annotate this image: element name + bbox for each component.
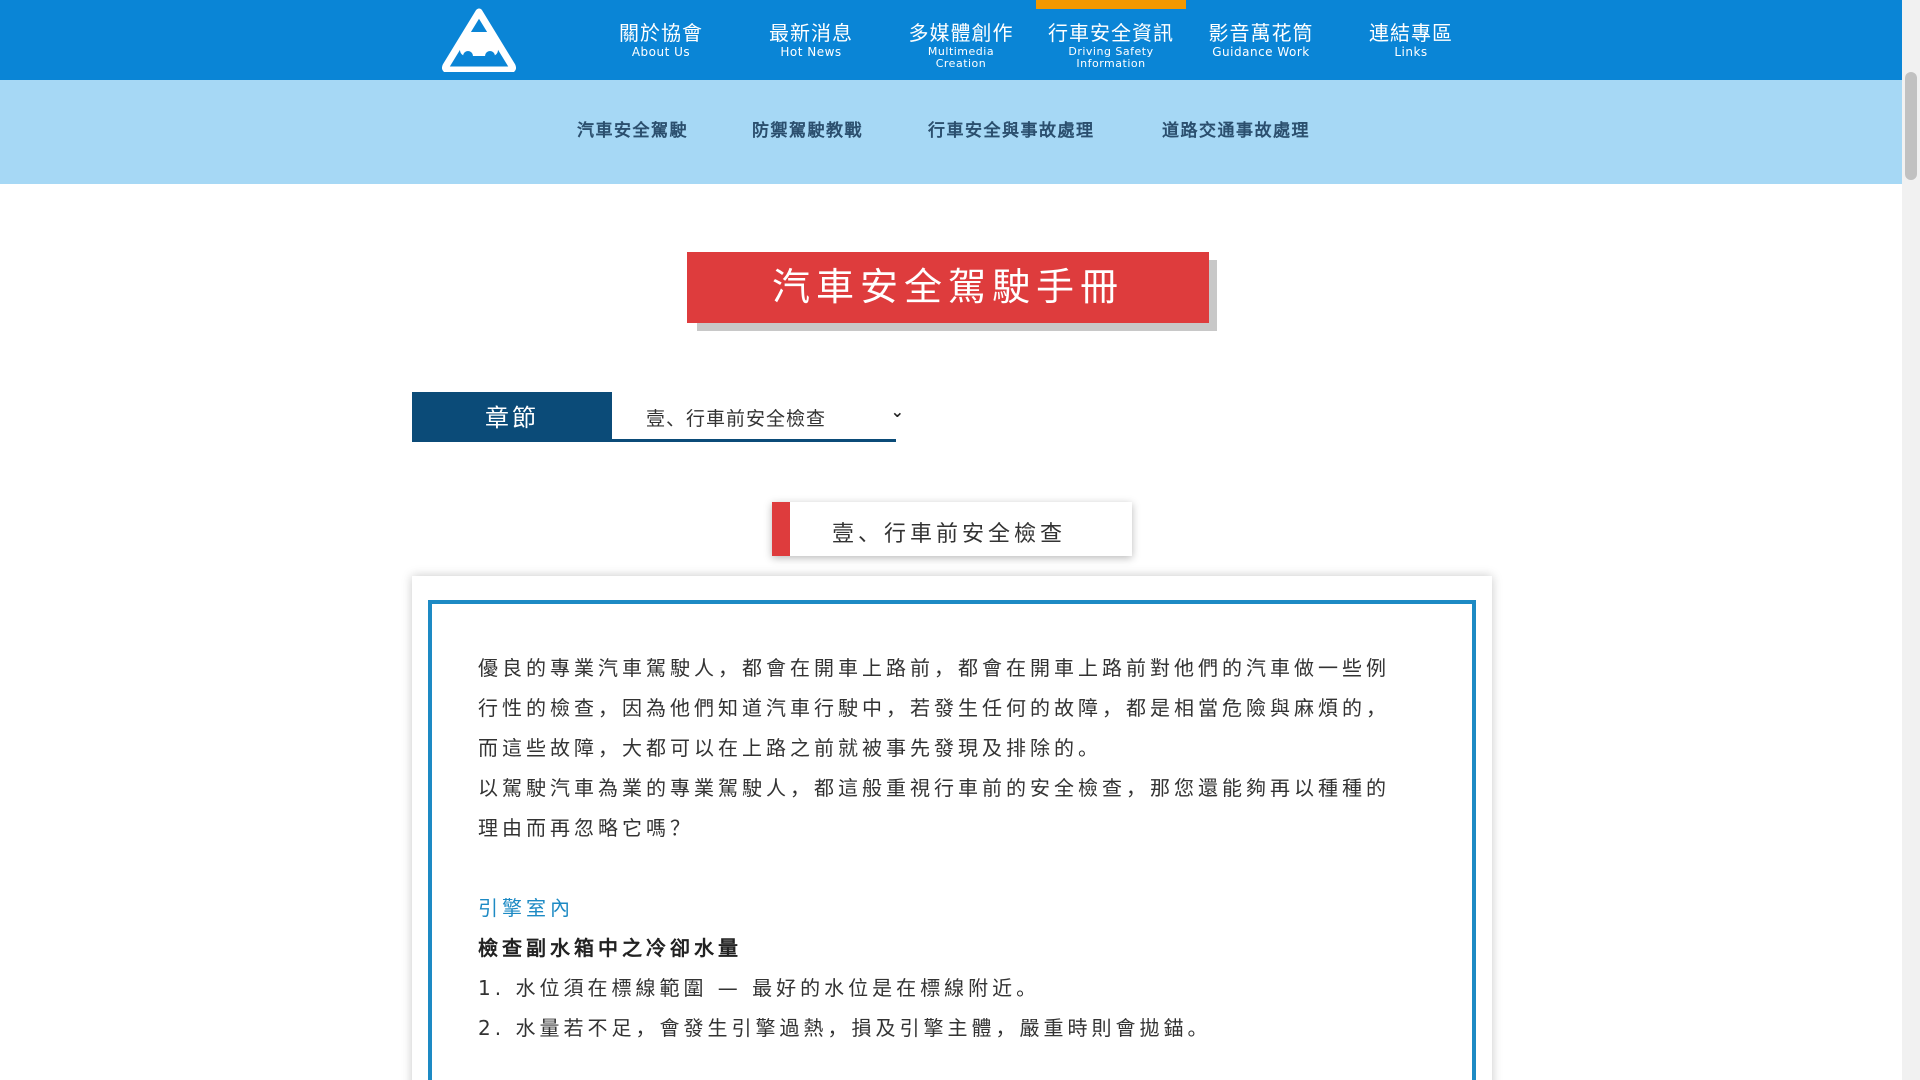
- article-paragraph-2: 以駕駛汽車為業的專業駕駛人，都這般重視行車前的安全檢查，那您還能夠再以種種的理由…: [478, 776, 1390, 840]
- association-logo-icon[interactable]: [442, 8, 516, 72]
- article-bold-heading: 檢查副水箱中之冷卻水量: [478, 936, 742, 960]
- subnav-safety-accident-handling[interactable]: 行車安全與事故處理: [928, 116, 1095, 141]
- top-navbar: 關於協會 About Us 最新消息 Hot News 多媒體創作 Multim…: [0, 0, 1902, 80]
- scrollbar-thumb[interactable]: [1905, 72, 1917, 180]
- nav-multimedia-en: Multimedia Creation: [927, 45, 995, 70]
- nav-links[interactable]: 連結專區 Links: [1336, 0, 1486, 80]
- subnav-defensive-driving[interactable]: 防禦駕駛教戰: [752, 116, 863, 141]
- chapter-label: 章節: [412, 392, 612, 442]
- nav-links-en: Links: [1394, 45, 1428, 59]
- article-subheading: 引擎室內: [478, 896, 574, 920]
- article-content: 優良的專業汽車駕駛人，都會在開車上路前，都會在開車上路前對他們的汽車做一些例行性…: [478, 648, 1408, 1048]
- nav-about-us-zh: 關於協會: [619, 21, 703, 45]
- section-heading: 壹、行車前安全檢查: [772, 502, 1132, 556]
- nav-driving-safety-zh: 行車安全資訊: [1048, 21, 1174, 45]
- article-paragraph-1: 優良的專業汽車駕駛人，都會在開車上路前，都會在開車上路前對他們的汽車做一些例行性…: [478, 656, 1390, 760]
- nav-guidance-work[interactable]: 影音萬花筒 Guidance Work: [1186, 0, 1336, 80]
- article-list-item-1: 1. 水位須在標線範圍 — 最好的水位是在標線附近。: [478, 976, 1041, 1000]
- nav-guidance-work-en: Guidance Work: [1212, 45, 1310, 59]
- section-heading-text: 壹、行車前安全檢查: [832, 522, 1067, 547]
- page-title-banner: 汽車安全駕駛手冊: [687, 252, 1209, 323]
- nav-multimedia-zh: 多媒體創作: [908, 21, 1014, 45]
- nav-links-zh: 連結專區: [1369, 21, 1453, 45]
- nav-driving-safety[interactable]: 行車安全資訊 Driving Safety Information: [1036, 0, 1186, 80]
- nav-multimedia[interactable]: 多媒體創作 Multimedia Creation: [886, 0, 1036, 80]
- nav-guidance-work-zh: 影音萬花筒: [1208, 21, 1314, 45]
- subnav-car-safe-driving[interactable]: 汽車安全駕駛: [577, 116, 688, 141]
- article-list-item-2: 2. 水量若不足，會發生引擎過熱，損及引擎主體，嚴重時則會拋錨。: [478, 1016, 1212, 1040]
- chapter-select-value: 壹、行車前安全檢查: [646, 408, 827, 430]
- nav-hot-news-en: Hot News: [780, 45, 842, 59]
- nav-about-us[interactable]: 關於協會 About Us: [586, 0, 736, 80]
- sub-navbar: 汽車安全駕駛 防禦駕駛教戰 行車安全與事故處理 道路交通事故處理: [0, 80, 1902, 184]
- nav-hot-news-zh: 最新消息: [769, 21, 853, 45]
- nav-driving-safety-en: Driving Safety Information: [1068, 45, 1154, 70]
- chapter-select[interactable]: 壹、行車前安全檢查 ⌄: [612, 392, 904, 442]
- chevron-down-icon: ⌄: [890, 402, 904, 421]
- subnav-road-accident-handling[interactable]: 道路交通事故處理: [1162, 116, 1310, 141]
- nav-hot-news[interactable]: 最新消息 Hot News: [736, 0, 886, 80]
- section-heading-accent: [772, 502, 790, 556]
- nav-about-us-en: About Us: [631, 45, 691, 59]
